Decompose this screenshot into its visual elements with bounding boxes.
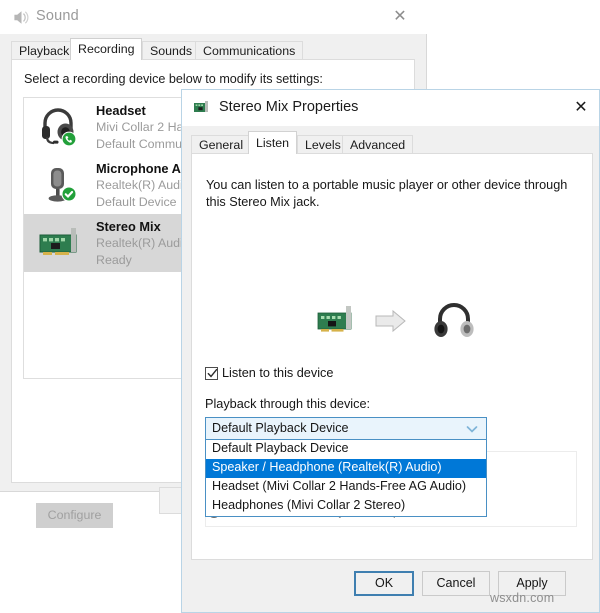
arrow-right-icon — [375, 309, 406, 333]
headphones-icon — [434, 303, 474, 337]
device-driver: Realtek(R) Audio — [96, 178, 190, 192]
listen-tab-panel: You can listen to a portable music playe… — [191, 153, 593, 560]
dropdown-option[interactable]: Default Playback Device — [206, 440, 486, 459]
properties-dialog-title: Stereo Mix Properties — [219, 99, 359, 115]
signal-flow-illustration — [312, 299, 482, 345]
device-status: Ready — [96, 253, 132, 267]
ok-button[interactable]: OK — [354, 571, 414, 596]
recording-instruction-text: Select a recording device below to modif… — [24, 72, 323, 86]
device-name: Headset — [96, 103, 146, 118]
tab-sounds[interactable]: Sounds — [142, 41, 201, 60]
playback-device-dropdown-list[interactable]: Default Playback Device Speaker / Headph… — [205, 440, 487, 517]
watermark-text: wsxdn.com — [490, 591, 555, 605]
screenshot-root: Sound ✕ Playback Recording Sounds Commun… — [0, 0, 600, 613]
sound-card-icon — [38, 222, 82, 264]
tab-advanced[interactable]: Advanced — [342, 135, 414, 154]
tab-communications[interactable]: Communications — [195, 41, 304, 60]
device-driver: Realtek(R) Audio — [96, 236, 190, 250]
headset-icon — [38, 106, 82, 148]
sound-tab-strip: Playback Recording Sounds Communications — [11, 38, 415, 60]
chevron-down-icon[interactable] — [464, 422, 480, 436]
listen-to-this-device-label: Listen to this device — [222, 366, 334, 380]
close-icon[interactable]: ✕ — [566, 96, 596, 120]
playback-device-selected-value: Default Playback Device — [212, 421, 349, 435]
tab-listen[interactable]: Listen — [248, 131, 298, 154]
microphone-icon — [38, 164, 82, 206]
listen-description-text: You can listen to a portable music playe… — [206, 178, 568, 209]
sound-dialog-titlebar: Sound ✕ — [0, 0, 427, 34]
dropdown-option[interactable]: Headset (Mivi Collar 2 Hands-Free AG Aud… — [206, 478, 486, 497]
tab-playback[interactable]: Playback — [11, 41, 78, 60]
tab-recording[interactable]: Recording — [70, 38, 143, 60]
properties-titlebar: Stereo Mix Properties ✕ — [182, 90, 599, 126]
sound-card-icon — [194, 101, 210, 114]
checkbox-checked-icon[interactable] — [205, 367, 218, 380]
sound-card-icon — [317, 306, 352, 332]
dropdown-option[interactable]: Headphones (Mivi Collar 2 Stereo) — [206, 497, 486, 516]
tab-general[interactable]: General — [191, 135, 252, 154]
configure-button[interactable]: Configure — [36, 503, 113, 528]
stereo-mix-properties-dialog: Stereo Mix Properties ✕ General Listen L… — [181, 89, 600, 613]
cancel-button[interactable]: Cancel — [422, 571, 490, 596]
device-status: Default Device — [96, 195, 177, 209]
properties-tab-strip: General Listen Levels Advanced — [191, 131, 591, 154]
speaker-icon — [12, 9, 29, 26]
playback-device-combobox[interactable]: Default Playback Device — [205, 417, 487, 440]
sound-dialog-title: Sound — [36, 8, 79, 24]
playback-through-device-label: Playback through this device: — [205, 397, 371, 411]
dropdown-option-highlighted[interactable]: Speaker / Headphone (Realtek(R) Audio) — [206, 459, 486, 478]
close-icon[interactable]: ✕ — [385, 5, 415, 29]
device-name: Stereo Mix — [96, 219, 161, 234]
